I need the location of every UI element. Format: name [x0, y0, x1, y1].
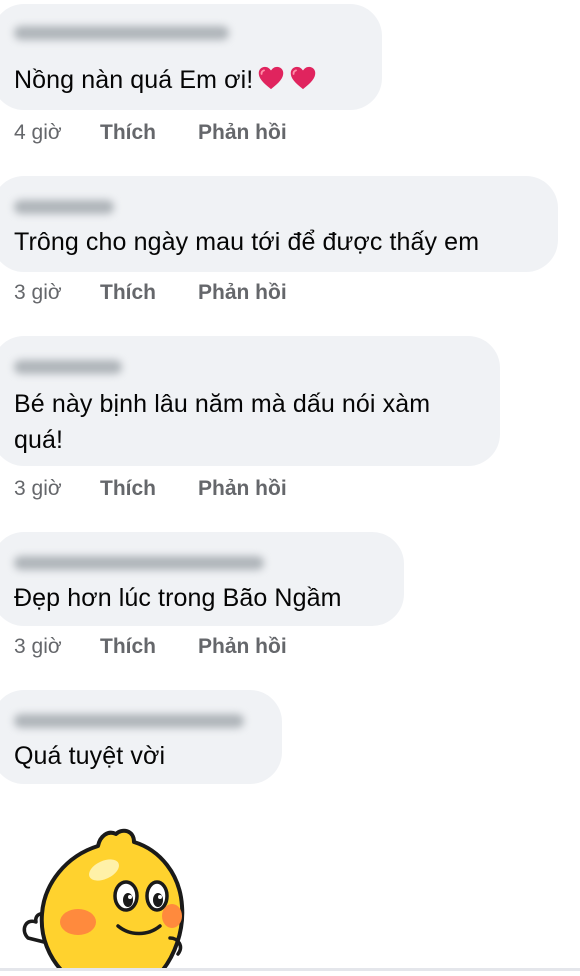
like-button[interactable]: Thích — [100, 121, 198, 145]
comment-actions: 3 giờ Thích Phản hồi — [14, 477, 287, 501]
comment-bubble: Trông cho ngày mau tới để được thấy em — [0, 176, 558, 272]
comment-text: Bé này bịnh lâu năm mà dấu nói xàm quá! — [14, 386, 430, 458]
comment-bubble: Quá tuyệt vời — [0, 690, 282, 784]
comment-text-line: Bé này bịnh lâu năm mà dấu nói xàm — [14, 390, 431, 418]
comment-time[interactable]: 3 giờ — [14, 477, 100, 501]
author-name-blurred — [14, 348, 122, 376]
author-name-blurred — [14, 188, 114, 216]
heart-icon — [289, 64, 317, 92]
comment-bubble: Bé này bịnh lâu năm mà dấu nói xàm quá! — [0, 336, 500, 466]
comment-text: Nồng nàn quá Em ơi! — [14, 62, 317, 98]
like-button[interactable]: Thích — [100, 281, 198, 305]
comment-bubble: Nồng nàn quá Em ơi! — [0, 4, 382, 110]
author-name-blurred — [14, 16, 229, 44]
comment-text: Quá tuyệt vời — [14, 742, 166, 770]
comment-bubble: Đẹp hơn lúc trong Bão Ngầm — [0, 532, 404, 626]
comment-text: Đẹp hơn lúc trong Bão Ngầm — [14, 584, 342, 612]
reply-button[interactable]: Phản hồi — [198, 477, 287, 501]
comment-time[interactable]: 3 giờ — [14, 635, 100, 659]
comment-time[interactable]: 3 giờ — [14, 281, 100, 305]
heart-icon — [257, 64, 285, 92]
author-name-blurred — [14, 544, 264, 572]
like-button[interactable]: Thích — [100, 477, 198, 501]
comment-time[interactable]: 4 giờ — [14, 121, 100, 145]
reply-button[interactable]: Phản hồi — [198, 281, 287, 305]
reply-button[interactable]: Phản hồi — [198, 121, 287, 145]
comment-actions: 4 giờ Thích Phản hồi — [14, 121, 287, 145]
comment-actions: 3 giờ Thích Phản hồi — [14, 635, 287, 659]
reply-button[interactable]: Phản hồi — [198, 635, 287, 659]
comment-text: Trông cho ngày mau tới để được thấy em — [14, 228, 480, 256]
author-name-blurred — [14, 702, 244, 730]
yellow-chick-sticker-icon[interactable] — [22, 826, 192, 973]
comment-actions: 3 giờ Thích Phản hồi — [14, 281, 287, 305]
like-button[interactable]: Thích — [100, 635, 198, 659]
comment-text-line: quá! — [14, 426, 64, 454]
